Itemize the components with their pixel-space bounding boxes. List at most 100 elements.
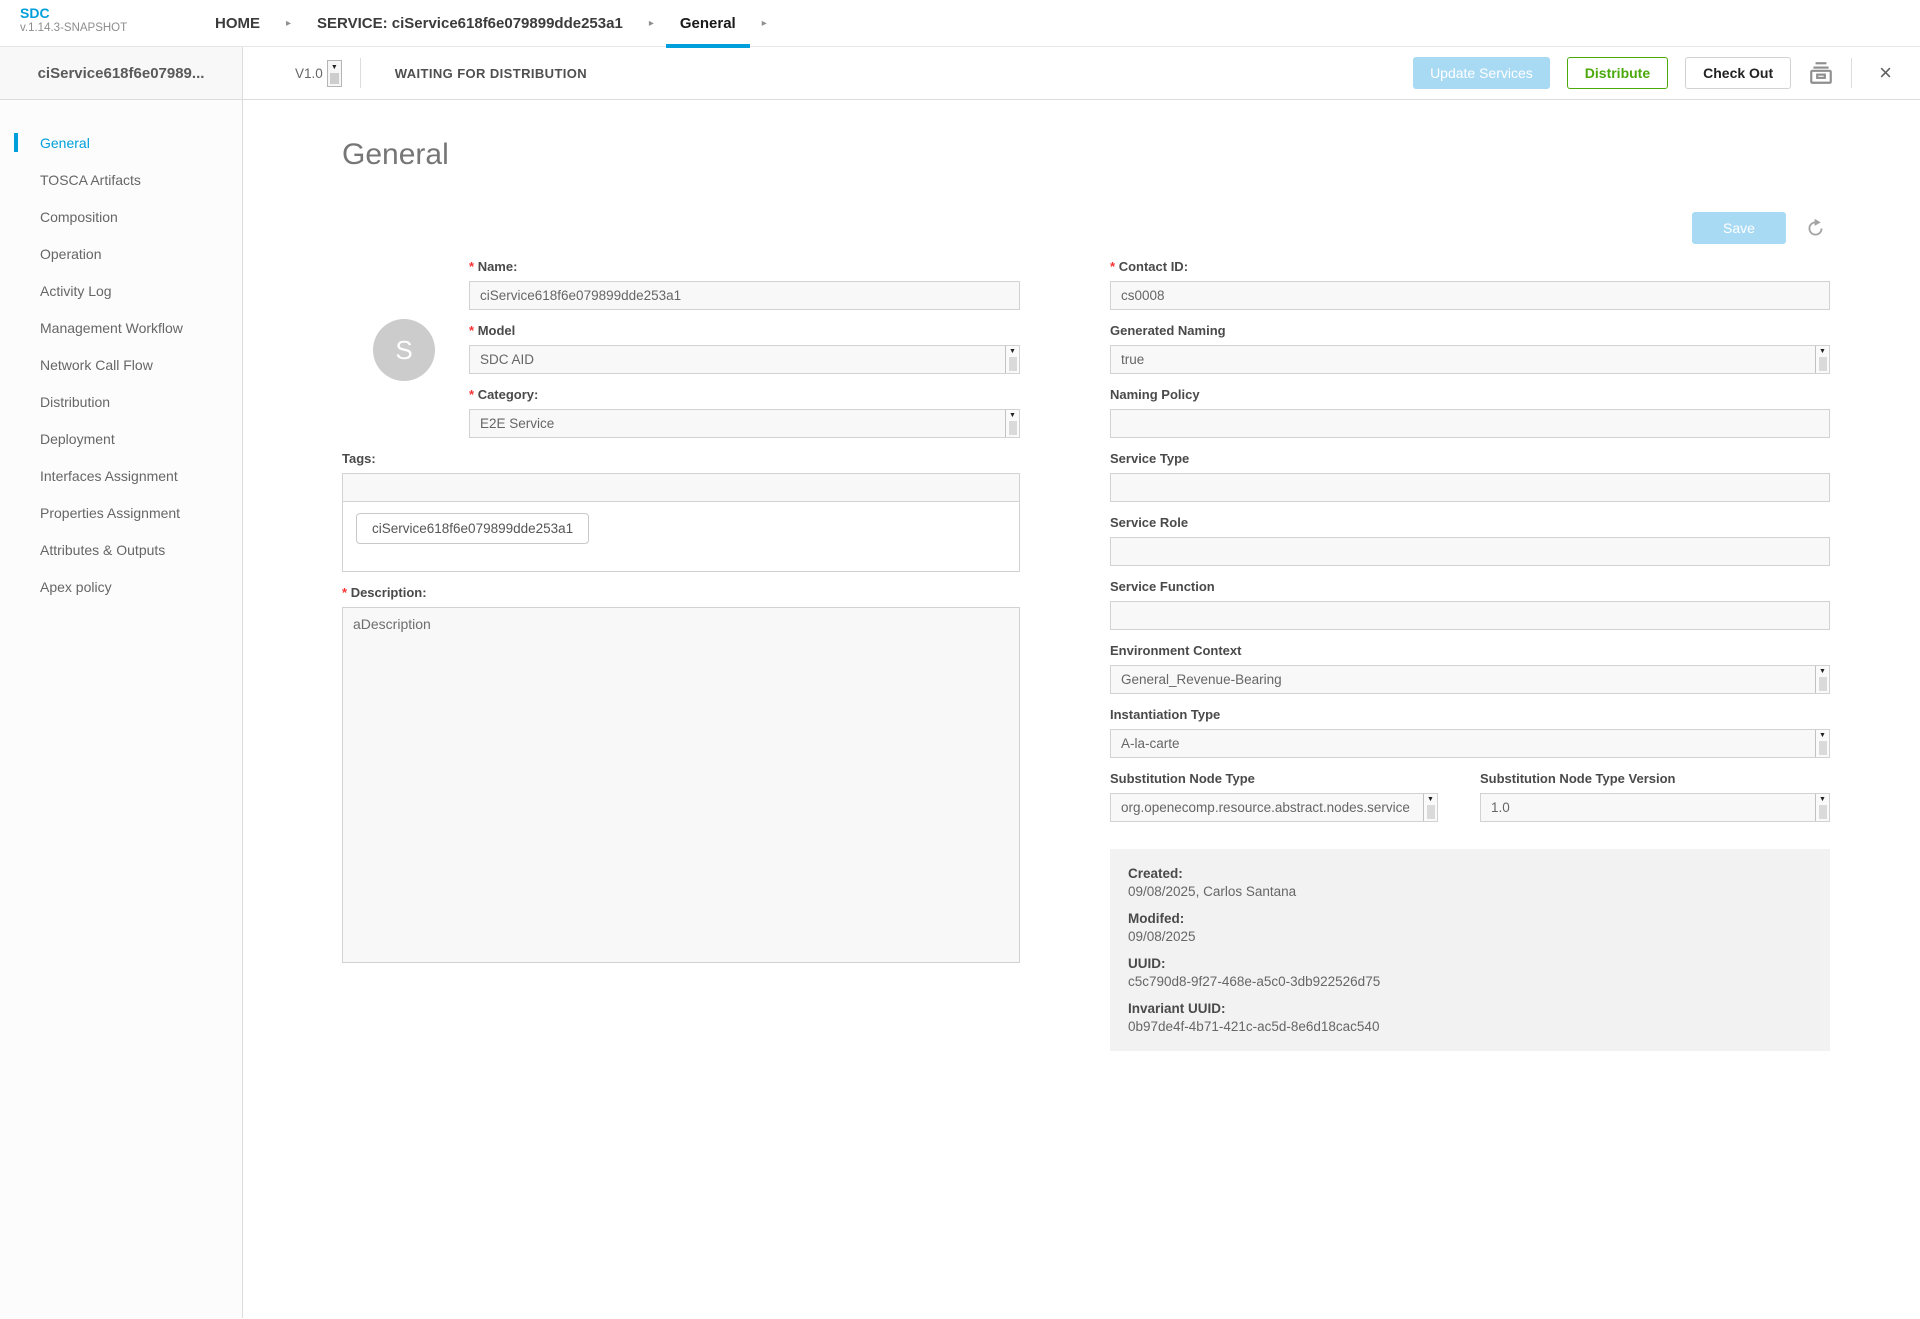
uuid-value: c5c790d8-9f27-468e-a5c0-3db922526d75 (1128, 974, 1381, 989)
form-right-column: * Contact ID: Generated Naming true ▼ Na… (1110, 259, 1830, 1051)
identity-group: S * Name: * Model SDC AID ▼ * Category: … (373, 259, 1020, 438)
chevron-down-icon: ▼ (1423, 794, 1437, 821)
category-label: * Category: (469, 387, 539, 402)
general-page: General Save S * Name: * Model SDC AID (243, 100, 1920, 1318)
contact-id-label: * Contact ID: (1110, 259, 1189, 274)
update-services-button[interactable]: Update Services (1413, 57, 1550, 89)
description-textarea[interactable]: aDescription (342, 607, 1020, 963)
distribute-button[interactable]: Distribute (1566, 57, 1669, 89)
chevron-right-icon: ▸ (286, 18, 292, 29)
category-select[interactable]: E2E Service ▼ (469, 409, 1020, 438)
print-archive-icon[interactable] (1808, 61, 1834, 85)
modified-value: 09/08/2025 (1128, 929, 1196, 944)
generated-naming-label: Generated Naming (1110, 323, 1226, 338)
active-indicator (14, 133, 18, 152)
toolbar-actions: Update Services Distribute Check Out × (1413, 57, 1920, 89)
form-left-column: S * Name: * Model SDC AID ▼ * Category: … (342, 259, 1020, 976)
save-button[interactable]: Save (1692, 212, 1786, 244)
logo-title: SDC (20, 5, 50, 21)
breadcrumb-home[interactable]: HOME (215, 15, 260, 32)
sidebar-item-general[interactable]: General (0, 124, 242, 161)
sidebar-item-properties-assignment[interactable]: Properties Assignment (0, 494, 242, 531)
chevron-down-icon: ▼ (1815, 666, 1829, 693)
sidebar-item-tosca-artifacts[interactable]: TOSCA Artifacts (0, 161, 242, 198)
instantiation-type-select[interactable]: A-la-carte ▼ (1110, 729, 1830, 758)
avatar: S (373, 319, 435, 381)
chevron-right-icon: ▸ (761, 18, 767, 29)
sidebar-item-network-call-flow[interactable]: Network Call Flow (0, 346, 242, 383)
tags-label: Tags: (342, 451, 376, 466)
sidebar-item-operation[interactable]: Operation (0, 235, 242, 272)
environment-context-label: Environment Context (1110, 643, 1242, 658)
chevron-down-icon: ▼ (1005, 346, 1019, 373)
sidebar-item-composition[interactable]: Composition (0, 198, 242, 235)
substitution-node-type-version-label: Substitution Node Type Version (1480, 771, 1676, 786)
version-selector[interactable]: V1.0 ▼ (295, 59, 342, 87)
chevron-down-icon: ▼ (1005, 410, 1019, 437)
version-label: V1.0 (295, 65, 323, 81)
created-label: Created: (1128, 866, 1183, 881)
service-role-input[interactable] (1110, 537, 1830, 566)
entity-title: ciService618f6e07989... (0, 47, 243, 99)
version-dropdown-icon[interactable]: ▼ (326, 59, 342, 87)
sidebar-item-distribution[interactable]: Distribution (0, 383, 242, 420)
check-out-button[interactable]: Check Out (1685, 57, 1792, 89)
tag-chip[interactable]: ciService618f6e079899dde253a1 (356, 513, 590, 544)
lifecycle-status: WAITING FOR DISTRIBUTION (394, 65, 588, 81)
contact-id-input[interactable] (1110, 281, 1830, 310)
model-label: * Model (469, 323, 516, 338)
revert-icon[interactable] (1805, 218, 1826, 239)
modified-label: Modifed: (1128, 911, 1185, 926)
toolbar: ciService618f6e07989... V1.0 ▼ WAITING F… (0, 47, 1920, 100)
metadata-panel: Created: 09/08/2025, Carlos Santana Modi… (1110, 849, 1830, 1051)
sidebar-item-deployment[interactable]: Deployment (0, 420, 242, 457)
sidebar-item-attributes-outputs[interactable]: Attributes & Outputs (0, 531, 242, 568)
service-function-label: Service Function (1110, 579, 1215, 594)
service-type-label: Service Type (1110, 451, 1190, 466)
name-input[interactable] (469, 281, 1020, 310)
top-header: SDC v.1.14.3-SNAPSHOT HOME ▸ SERVICE: ci… (0, 0, 1920, 48)
breadcrumb: HOME ▸ SERVICE: ciService618f6e079899dde… (215, 0, 793, 48)
substitution-row: Substitution Node Type org.openecomp.res… (1110, 771, 1830, 835)
toolbar-main: V1.0 ▼ WAITING FOR DISTRIBUTION Update S… (243, 47, 1920, 99)
active-tab-underline (665, 44, 750, 48)
description-label: * Description: (342, 585, 427, 600)
substitution-node-type-label: Substitution Node Type (1110, 771, 1255, 786)
tags-input[interactable] (342, 473, 1020, 502)
model-select[interactable]: SDC AID ▼ (469, 345, 1020, 374)
created-value: 09/08/2025, Carlos Santana (1128, 884, 1297, 899)
sidebar: General TOSCA Artifacts Composition Oper… (0, 100, 243, 1318)
divider (1851, 58, 1853, 88)
generated-naming-select[interactable]: true ▼ (1110, 345, 1830, 374)
naming-policy-label: Naming Policy (1110, 387, 1200, 402)
substitution-node-type-select[interactable]: org.openecomp.resource.abstract.nodes.se… (1110, 793, 1438, 822)
service-role-label: Service Role (1110, 515, 1189, 530)
substitution-node-type-version-select[interactable]: 1.0 ▼ (1480, 793, 1830, 822)
sidebar-item-management-workflow[interactable]: Management Workflow (0, 309, 242, 346)
description-field: * Description: aDescription (342, 585, 1020, 963)
chevron-down-icon: ▼ (1815, 794, 1829, 821)
sdc-logo: SDC v.1.14.3-SNAPSHOT (20, 5, 127, 36)
uuid-label: UUID: (1128, 956, 1166, 971)
naming-policy-input[interactable] (1110, 409, 1830, 438)
tags-list: ciService618f6e079899dde253a1 (342, 502, 1020, 572)
breadcrumb-service[interactable]: SERVICE: ciService618f6e079899dde253a1 (317, 15, 623, 32)
sidebar-item-apex-policy[interactable]: Apex policy (0, 568, 242, 605)
invariant-uuid-label: Invariant UUID: (1128, 1001, 1226, 1016)
name-label: * Name: (469, 259, 518, 274)
environment-context-select[interactable]: General_Revenue-Bearing ▼ (1110, 665, 1830, 694)
divider (359, 58, 361, 88)
logo-version: v.1.14.3-SNAPSHOT (20, 21, 128, 34)
sidebar-item-activity-log[interactable]: Activity Log (0, 272, 242, 309)
sidebar-item-interfaces-assignment[interactable]: Interfaces Assignment (0, 457, 242, 494)
page-title: General (342, 138, 449, 171)
service-type-input[interactable] (1110, 473, 1830, 502)
tags-field: Tags: ciService618f6e079899dde253a1 (342, 451, 1020, 572)
breadcrumb-general-tab[interactable]: General (665, 0, 750, 48)
invariant-uuid-value: 0b97de4f-4b71-421c-ac5d-8e6d18cac540 (1128, 1019, 1380, 1034)
workspace: General TOSCA Artifacts Composition Oper… (0, 100, 1920, 1318)
chevron-down-icon: ▼ (1815, 346, 1829, 373)
chevron-right-icon: ▸ (648, 18, 654, 29)
service-function-input[interactable] (1110, 601, 1830, 630)
close-icon[interactable]: × (1869, 62, 1902, 84)
